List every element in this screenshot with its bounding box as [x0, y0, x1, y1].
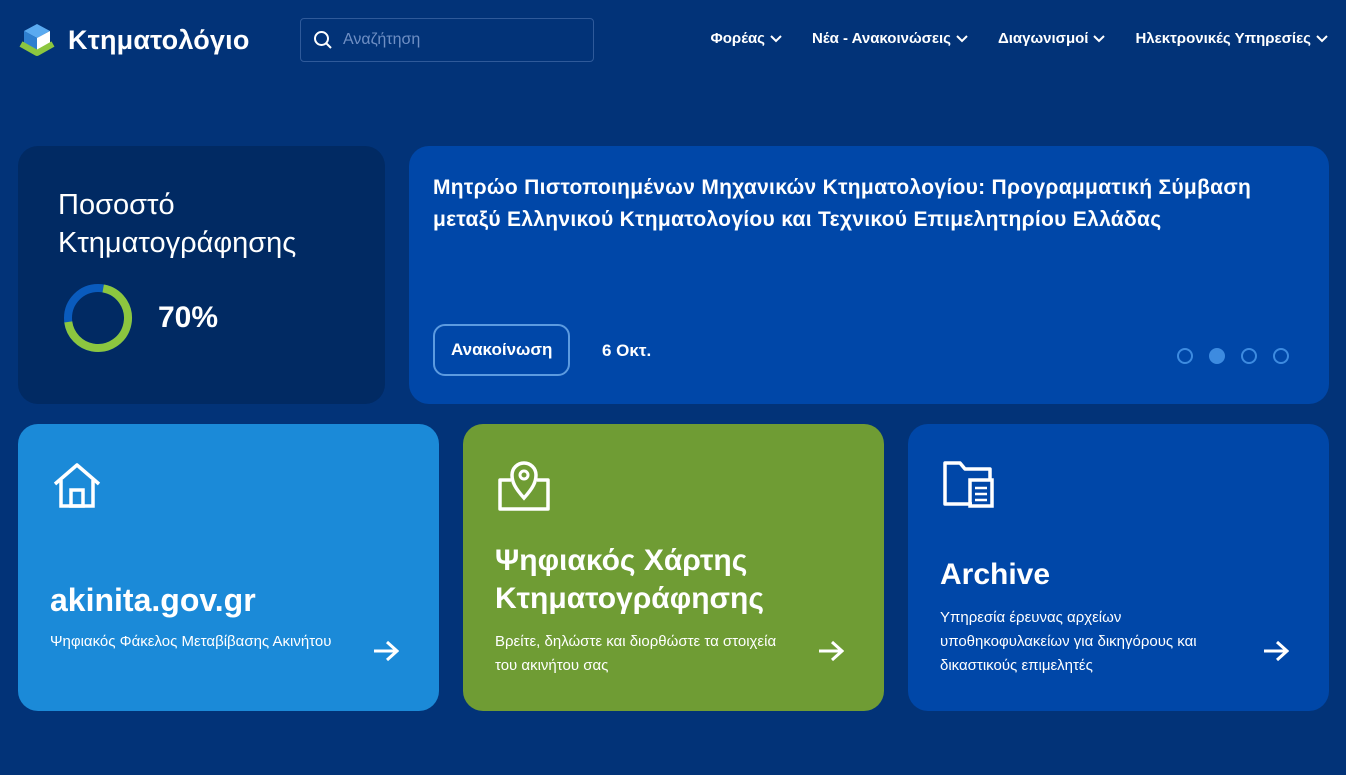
arrow-right-icon [1263, 640, 1289, 662]
nav-label: Ηλεκτρονικές Υπηρεσίες [1135, 30, 1311, 47]
arrow-right-icon [373, 640, 399, 662]
carousel-dot[interactable] [1177, 348, 1193, 364]
progress-ring [62, 282, 134, 354]
news-category-badge[interactable]: Ανακοίνωση [433, 324, 570, 376]
main-nav: Φορέας Νέα - Ανακοινώσεις Διαγωνισμοί Ηλ… [710, 30, 1328, 47]
mapping-percentage-card: Ποσοστό Κτηματογράφησης [18, 146, 385, 404]
search-icon [313, 30, 333, 50]
nav-label: Νέα - Ανακοινώσεις [812, 30, 951, 47]
chevron-down-icon [1316, 35, 1328, 43]
percentage-value: 70% [158, 301, 218, 335]
nav-label: Φορέας [710, 30, 765, 47]
news-title[interactable]: Μητρώο Πιστοποιημένων Μηχανικών Κτηματολ… [433, 172, 1305, 235]
news-carousel[interactable]: Μητρώο Πιστοποιημένων Μηχανικών Κτηματολ… [409, 146, 1329, 404]
folder-document-icon [942, 460, 996, 510]
carousel-dots [1177, 348, 1289, 364]
logo-icon [18, 22, 56, 58]
nav-label: Διαγωνισμοί [998, 30, 1088, 47]
carousel-dot-active[interactable] [1209, 348, 1225, 364]
tile-title: Archive [940, 558, 1050, 592]
logo[interactable]: Κτηματολόγιο [18, 22, 250, 58]
progress-ring-fill [63, 283, 133, 353]
nav-foreas[interactable]: Φορέας [710, 30, 782, 47]
nav-news[interactable]: Νέα - Ανακοινώσεις [812, 30, 968, 47]
logo-text: Κτηματολόγιο [68, 25, 250, 56]
stat-title-line1: Ποσοστό [58, 186, 345, 224]
tile-digital-map[interactable]: Ψηφιακός Χάρτης Κτηματογράφησης Βρείτε, … [463, 424, 884, 711]
tile-title: akinita.gov.gr [50, 582, 256, 619]
tile-title: Ψηφιακός Χάρτης Κτηματογράφησης [495, 542, 815, 618]
arrow-right-icon [818, 640, 844, 662]
carousel-dot[interactable] [1241, 348, 1257, 364]
news-date: 6 Οκτ. [602, 341, 651, 361]
tile-subtitle: Υπηρεσία έρευνας αρχείων υποθηκοφυλακείω… [940, 606, 1250, 678]
house-icon [52, 460, 102, 510]
search-input[interactable] [343, 31, 573, 49]
nav-tenders[interactable]: Διαγωνισμοί [998, 30, 1105, 47]
search-box[interactable] [300, 18, 594, 62]
chevron-down-icon [1093, 35, 1105, 43]
tile-akinita[interactable]: akinita.gov.gr Ψηφιακός Φάκελος Μεταβίβα… [18, 424, 439, 711]
nav-eservices[interactable]: Ηλεκτρονικές Υπηρεσίες [1135, 30, 1328, 47]
chevron-down-icon [956, 35, 968, 43]
tile-subtitle: Βρείτε, δηλώστε και διορθώστε τα στοιχεί… [495, 630, 785, 678]
tile-archive[interactable]: Archive Υπηρεσία έρευνας αρχείων υποθηκο… [908, 424, 1329, 711]
map-pin-icon [497, 458, 551, 512]
chevron-down-icon [770, 35, 782, 43]
stat-title-line2: Κτηματογράφησης [58, 224, 345, 262]
progress-row: 70% [62, 282, 218, 354]
header: Κτηματολόγιο Φορέας Νέα - Ανακοινώσεις Δ… [0, 0, 1346, 80]
tile-subtitle: Ψηφιακός Φάκελος Μεταβίβασης Ακινήτου [50, 630, 340, 654]
carousel-dot[interactable] [1273, 348, 1289, 364]
